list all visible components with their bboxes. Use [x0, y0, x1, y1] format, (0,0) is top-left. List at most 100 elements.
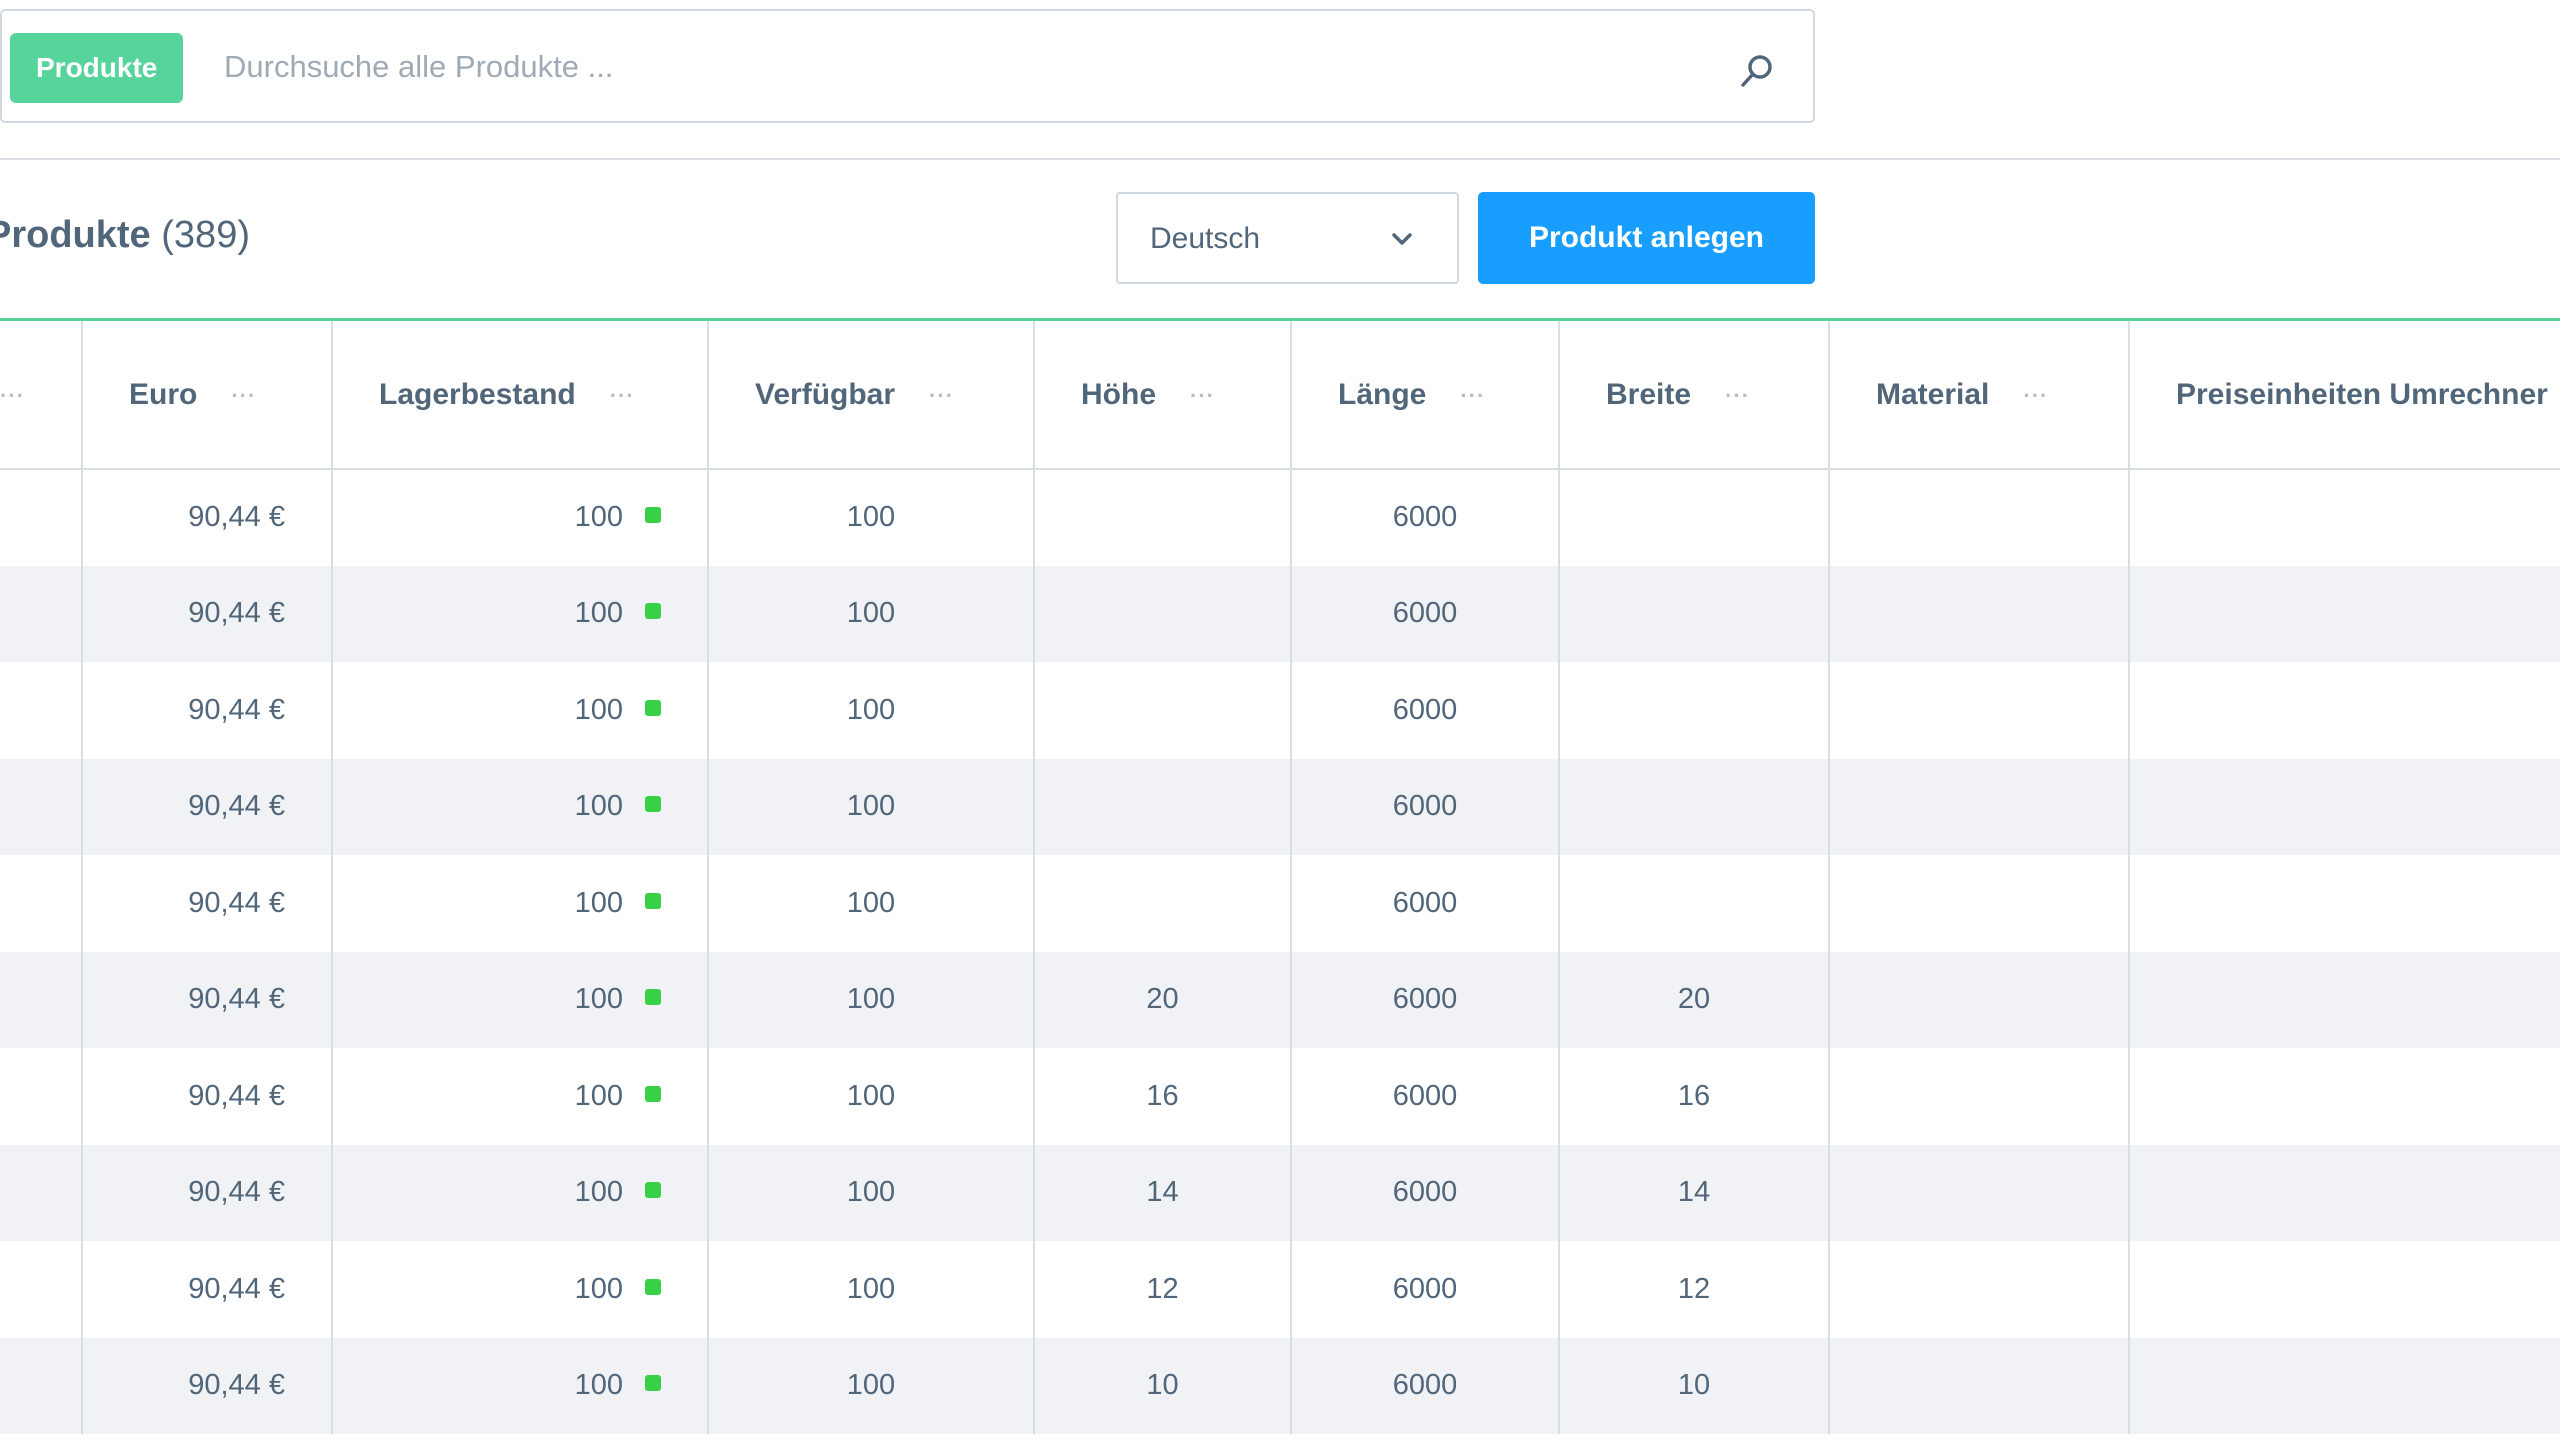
material-cell — [1829, 469, 2130, 566]
column-menu-icon[interactable]: ··· — [231, 383, 256, 408]
stock-value: 100 — [574, 790, 623, 823]
table-row[interactable]: 90,44 € 100 100 6000 — [0, 565, 2560, 662]
stock-status-indicator — [645, 1278, 661, 1295]
stock-value: 100 — [574, 1176, 623, 1209]
column-header-height[interactable]: Höhe ··· — [1034, 321, 1292, 470]
stock-cell: 100 — [332, 1241, 709, 1338]
column-menu-icon[interactable]: ··· — [929, 383, 954, 408]
height-cell: 20 — [1034, 951, 1292, 1048]
stock-status-indicator — [645, 603, 661, 620]
stock-value: 100 — [574, 693, 623, 726]
width-cell: 12 — [1559, 1241, 1830, 1338]
table-row[interactable]: 90,44 € 100 100 12 6000 12 — [0, 1241, 2560, 1338]
width-cell — [1559, 662, 1830, 759]
available-cell: 100 — [708, 1241, 1035, 1338]
first-cell — [0, 1337, 83, 1434]
column-header-length[interactable]: Länge ··· — [1291, 321, 1560, 470]
units-cell — [2129, 951, 2560, 1048]
stock-status-indicator — [645, 507, 661, 524]
width-cell — [1559, 565, 1830, 662]
create-product-button[interactable]: Produkt anlegen — [1478, 192, 1815, 284]
column-header-units[interactable]: Preiseinheiten Umrechner — [2129, 321, 2560, 470]
global-search-bar[interactable]: Produkte — [0, 9, 1815, 123]
language-select-value: Deutsch — [1150, 222, 1261, 255]
stock-status-indicator — [645, 1182, 661, 1199]
length-cell: 6000 — [1291, 758, 1560, 855]
height-cell — [1034, 469, 1292, 566]
width-cell — [1559, 469, 1830, 566]
first-cell — [0, 1144, 83, 1241]
available-cell: 100 — [708, 855, 1035, 952]
column-header-label: Verfügbar — [755, 377, 896, 411]
column-menu-icon[interactable]: ··· — [2023, 383, 2048, 408]
height-cell — [1034, 565, 1292, 662]
available-cell: 100 — [708, 951, 1035, 1048]
column-header-label: Euro — [129, 377, 198, 411]
height-cell: 16 — [1034, 1048, 1292, 1145]
search-input[interactable] — [224, 31, 1674, 103]
table-row[interactable]: 90,44 € 100 100 20 6000 20 — [0, 951, 2560, 1048]
first-cell — [0, 469, 83, 566]
table-row[interactable]: 90,44 € 100 100 14 6000 14 — [0, 1144, 2560, 1241]
stock-value: 100 — [574, 1079, 623, 1112]
column-header-label: Länge — [1338, 377, 1427, 411]
material-cell — [1829, 1144, 2130, 1241]
euro-cell: 90,44 € — [82, 469, 333, 566]
first-cell — [0, 855, 83, 952]
width-cell: 16 — [1559, 1048, 1830, 1145]
height-cell: 12 — [1034, 1241, 1292, 1338]
column-header-euro[interactable]: Euro ··· — [82, 321, 333, 470]
height-cell — [1034, 855, 1292, 952]
search-entity-badge[interactable]: Produkte — [10, 33, 184, 103]
stock-status-indicator — [645, 1085, 661, 1102]
table-row[interactable]: 90,44 € 100 100 6000 — [0, 855, 2560, 952]
units-cell — [2129, 662, 2560, 759]
units-cell — [2129, 1144, 2560, 1241]
stock-value: 100 — [574, 1272, 623, 1305]
column-header-label: Lagerbestand — [379, 377, 576, 411]
stock-value: 100 — [574, 886, 623, 919]
length-cell: 6000 — [1291, 951, 1560, 1048]
table-row[interactable]: 90,44 € 100 100 10 6000 10 — [0, 1337, 2560, 1434]
column-menu-icon[interactable]: ··· — [610, 383, 635, 408]
stock-value: 100 — [574, 1369, 623, 1402]
table-row[interactable]: 90,44 € 100 100 6000 — [0, 662, 2560, 759]
table-row[interactable]: 90,44 € 100 100 16 6000 16 — [0, 1048, 2560, 1145]
stock-cell: 100 — [332, 1144, 709, 1241]
material-cell — [1829, 1048, 2130, 1145]
column-header-label: Breite — [1606, 377, 1692, 411]
column-menu-icon[interactable]: ··· — [1725, 383, 1750, 408]
stock-cell: 100 — [332, 758, 709, 855]
column-header-width[interactable]: Breite ··· — [1559, 321, 1830, 470]
stock-cell: 100 — [332, 565, 709, 662]
euro-cell: 90,44 € — [82, 1144, 333, 1241]
length-cell: 6000 — [1291, 662, 1560, 759]
units-cell — [2129, 1048, 2560, 1145]
column-menu-icon[interactable]: ··· — [0, 383, 25, 408]
first-cell — [0, 565, 83, 662]
product-count: (389) — [161, 214, 250, 256]
units-cell — [2129, 758, 2560, 855]
length-cell: 6000 — [1291, 469, 1560, 566]
table-row[interactable]: 90,44 € 100 100 6000 — [0, 758, 2560, 855]
width-cell: 20 — [1559, 951, 1830, 1048]
first-cell — [0, 951, 83, 1048]
available-cell: 100 — [708, 565, 1035, 662]
euro-cell: 90,44 € — [82, 758, 333, 855]
search-icon[interactable] — [1737, 51, 1777, 91]
column-menu-icon[interactable]: ··· — [1460, 383, 1485, 408]
column-header-stock[interactable]: Lagerbestand ··· — [332, 321, 709, 470]
column-header-material[interactable]: Material ··· — [1829, 321, 2130, 470]
first-cell — [0, 758, 83, 855]
length-cell: 6000 — [1291, 1048, 1560, 1145]
language-select[interactable]: Deutsch — [1116, 192, 1459, 284]
euro-cell: 90,44 € — [82, 1337, 333, 1434]
units-cell — [2129, 565, 2560, 662]
material-cell — [1829, 758, 2130, 855]
stock-cell: 100 — [332, 1337, 709, 1434]
column-header-first[interactable]: ··· — [0, 321, 83, 470]
available-cell: 100 — [708, 1048, 1035, 1145]
table-row[interactable]: 90,44 € 100 100 6000 — [0, 469, 2560, 566]
column-header-available[interactable]: Verfügbar ··· — [708, 321, 1035, 470]
column-menu-icon[interactable]: ··· — [1190, 383, 1215, 408]
